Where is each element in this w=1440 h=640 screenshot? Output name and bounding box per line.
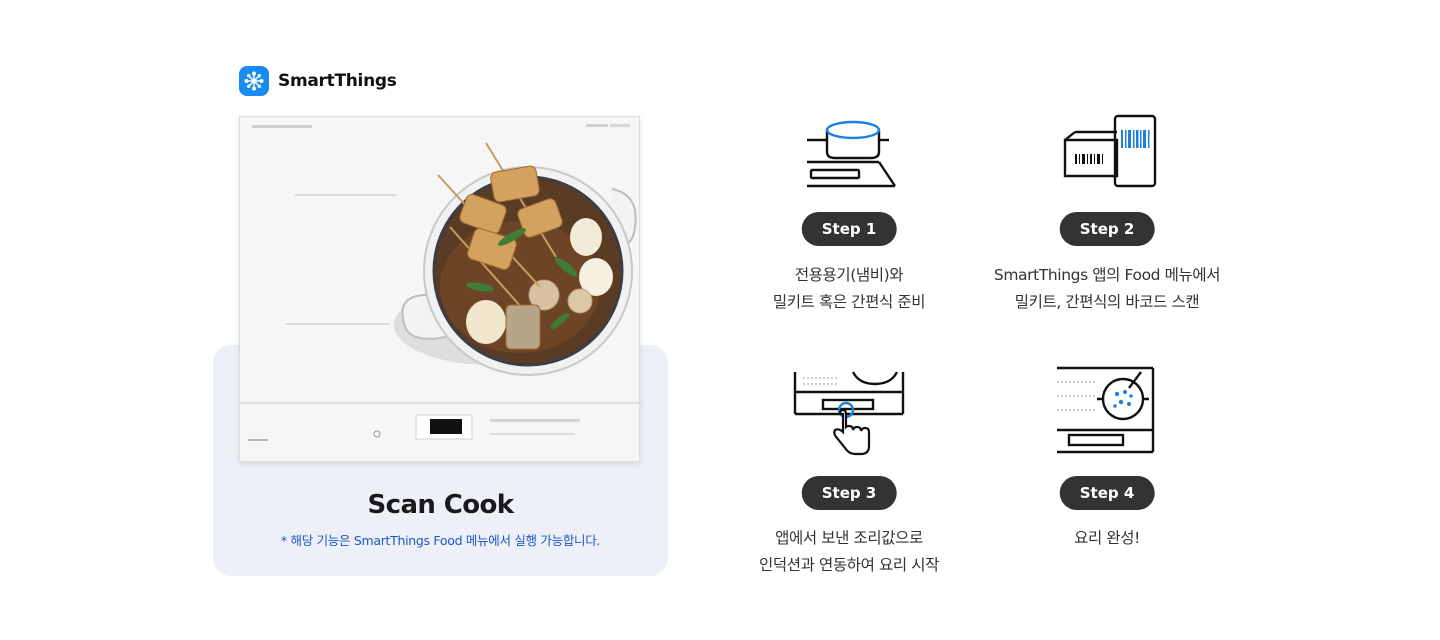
step-2-description: SmartThings 앱의 Food 메뉴에서 밀키트, 간편식의 바코드 스… bbox=[957, 262, 1257, 316]
step-2-line-2: 밀키트, 간편식의 바코드 스캔 bbox=[1014, 293, 1200, 311]
product-note: * 해당 기능은 SmartThings Food 메뉴에서 실행 가능합니다. bbox=[280, 533, 601, 548]
product-title: Scan Cook bbox=[367, 490, 515, 520]
step-3-description: 앱에서 보낸 조리값으로 인덕션과 연동하여 요리 시작 bbox=[699, 525, 999, 579]
pot-on-cooktop-icon bbox=[807, 120, 896, 188]
step-3-badge: Step 3 bbox=[801, 476, 897, 510]
brand-header: SmartThings bbox=[239, 66, 397, 96]
step-1-badge: Step 1 bbox=[801, 212, 897, 246]
step-3-line-2: 인덕션과 연동하여 요리 시작 bbox=[759, 556, 939, 574]
step-3-line-1: 앱에서 보낸 조리값으로 bbox=[775, 529, 923, 547]
step-1: Step 1 전용용기(냄비)와 밀키트 혹은 간편식 준비 bbox=[699, 112, 999, 311]
step-2-badge: Step 2 bbox=[1059, 212, 1155, 246]
cooking-complete-icon bbox=[1057, 366, 1155, 454]
step-2: Step 2 SmartThings 앱의 Food 메뉴에서 밀키트, 간편식… bbox=[957, 112, 1257, 311]
phone-barcode-scan-icon bbox=[1063, 114, 1157, 188]
step-2-line-1: SmartThings 앱의 Food 메뉴에서 bbox=[993, 266, 1221, 284]
step-4-line-1: 요리 완성! bbox=[1074, 529, 1140, 547]
brand-name: SmartThings bbox=[278, 71, 397, 91]
step-4: Step 4 요리 완성! bbox=[957, 364, 1257, 547]
step-3: Step 3 앱에서 보낸 조리값으로 인덕션과 연동하여 요리 시작 bbox=[699, 370, 999, 574]
step-1-line-1: 전용용기(냄비)와 bbox=[794, 266, 904, 284]
step-4-description: 요리 완성! bbox=[957, 525, 1257, 552]
step-1-description: 전용용기(냄비)와 밀키트 혹은 간편식 준비 bbox=[699, 262, 999, 316]
smartthings-logo-icon bbox=[239, 66, 269, 96]
step-1-line-2: 밀키트 혹은 간편식 준비 bbox=[772, 293, 926, 311]
step-4-badge: Step 4 bbox=[1059, 476, 1155, 510]
touch-cooktop-panel-icon bbox=[793, 371, 905, 456]
cooktop-image bbox=[239, 116, 641, 462]
